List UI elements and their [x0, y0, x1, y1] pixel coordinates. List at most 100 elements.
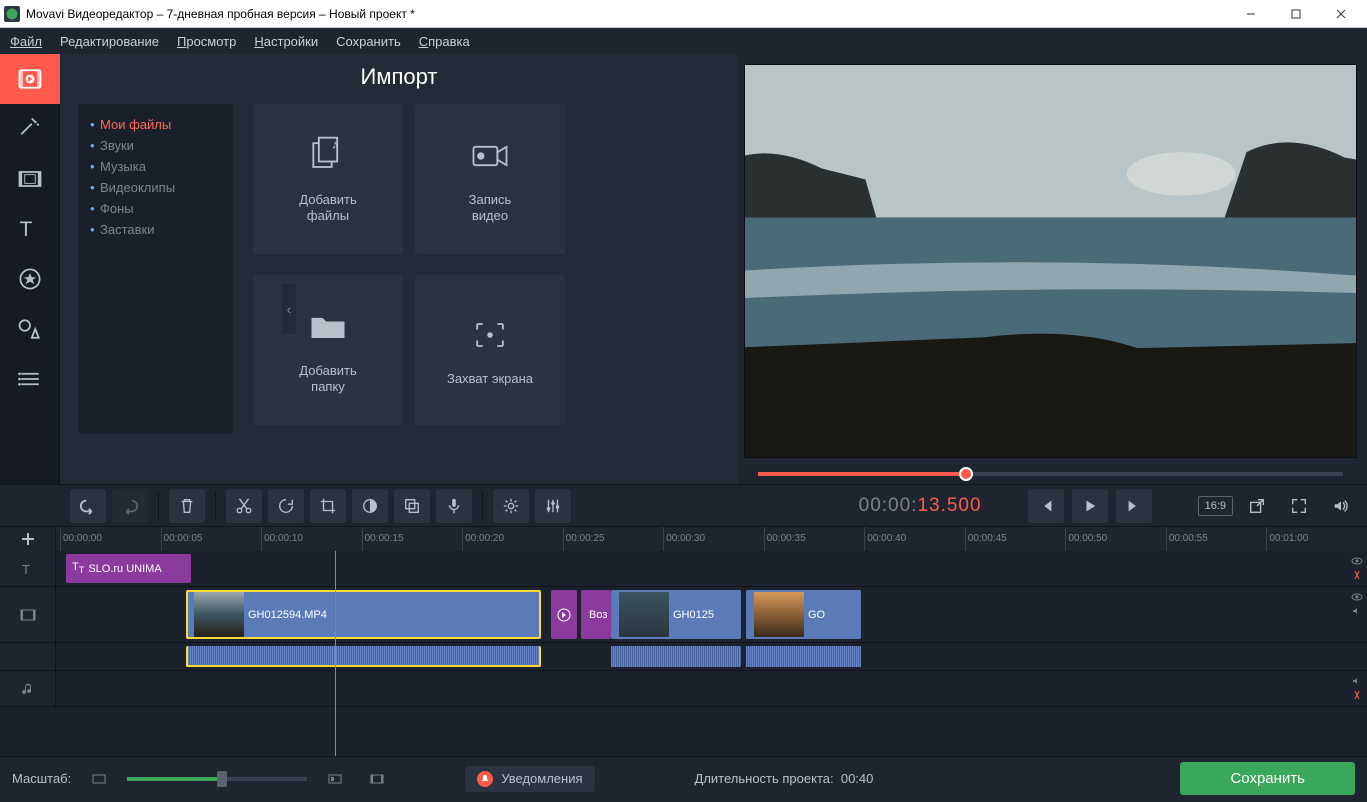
capture-icon: [468, 313, 512, 357]
notifications-button[interactable]: Уведомления: [465, 766, 594, 792]
tile-add-folder[interactable]: Добавитьпапку: [253, 275, 403, 425]
menu-settings[interactable]: Настройки: [254, 34, 318, 49]
menu-file[interactable]: Файл: [10, 34, 42, 49]
tile-record-video[interactable]: Записьвидео: [415, 104, 565, 254]
side-tabs: T: [0, 54, 60, 484]
video-clip-voz[interactable]: Воз: [581, 590, 611, 639]
tab-stickers[interactable]: [0, 254, 60, 304]
camera-icon: [468, 134, 512, 178]
zoom-out-icon[interactable]: [91, 771, 107, 787]
video-clip-3[interactable]: GO: [746, 590, 861, 639]
scrub-bar[interactable]: [744, 464, 1357, 484]
zoom-label: Масштаб:: [12, 771, 71, 786]
overlay-button[interactable]: [394, 489, 430, 523]
preview-area: [738, 54, 1367, 484]
add-track-button[interactable]: [0, 527, 56, 551]
undo-button[interactable]: [70, 489, 106, 523]
zoom-slider[interactable]: [127, 777, 307, 781]
window-title: Movavi Видеоредактор – 7-дневная пробная…: [26, 7, 1228, 21]
app-icon: [4, 6, 20, 22]
main-area: T Импорт Мои файлы Звуки Музыка Видеокли…: [0, 54, 1367, 484]
footer: Масштаб: Уведомления Длительность проект…: [0, 756, 1367, 800]
panel-title: Импорт: [60, 54, 738, 104]
video-track-head[interactable]: [0, 587, 56, 642]
tab-titles[interactable]: T: [0, 204, 60, 254]
cut-button[interactable]: [226, 489, 262, 523]
redo-button[interactable]: [112, 489, 148, 523]
popout-button[interactable]: [1239, 489, 1275, 523]
equalizer-button[interactable]: [535, 489, 571, 523]
tab-import[interactable]: [0, 54, 60, 104]
category-list: Мои файлы Звуки Музыка Видеоклипы Фоны З…: [78, 104, 233, 434]
crop-button[interactable]: [310, 489, 346, 523]
files-icon: ♪: [306, 134, 350, 178]
title-track-head[interactable]: T: [0, 551, 56, 586]
cat-intros[interactable]: Заставки: [90, 219, 221, 240]
volume-button[interactable]: [1323, 489, 1359, 523]
rotate-button[interactable]: [268, 489, 304, 523]
timeline: 00:00:00 00:00:05 00:00:10 00:00:15 00:0…: [0, 526, 1367, 756]
title-track: T TTSLO.ru UNIMA: [0, 551, 1367, 587]
duration-label: Длительность проекта: 00:40: [695, 771, 874, 786]
zoom-in-icon[interactable]: [327, 771, 343, 787]
audio-wave-2[interactable]: [611, 646, 741, 667]
tab-filters[interactable]: [0, 104, 60, 154]
close-button[interactable]: [1318, 0, 1363, 28]
fullscreen-button[interactable]: [1281, 489, 1317, 523]
prev-button[interactable]: [1028, 489, 1064, 523]
svg-text:T: T: [22, 562, 30, 577]
cat-music[interactable]: Музыка: [90, 156, 221, 177]
audio-wave-3[interactable]: [746, 646, 861, 667]
delete-button[interactable]: [169, 489, 205, 523]
tile-label: Добавитьпапку: [299, 363, 356, 395]
folder-icon: [306, 305, 350, 349]
time-ruler[interactable]: 00:00:00 00:00:05 00:00:10 00:00:15 00:0…: [0, 527, 1367, 551]
save-button[interactable]: Сохранить: [1180, 762, 1355, 795]
menu-save[interactable]: Сохранить: [336, 34, 401, 49]
transition-clip[interactable]: [551, 590, 577, 639]
mic-button[interactable]: [436, 489, 472, 523]
video-clip-1[interactable]: GH012594.MP4: [186, 590, 541, 639]
audio-wave-1[interactable]: [186, 646, 541, 667]
tile-label: Захват экрана: [447, 371, 533, 387]
music-track: [0, 671, 1367, 707]
next-button[interactable]: [1116, 489, 1152, 523]
collapse-handle[interactable]: ‹: [282, 284, 296, 334]
video-track: GH012594.MP4 Воз GH0125 GO: [0, 587, 1367, 643]
aspect-ratio[interactable]: 16:9: [1198, 496, 1233, 516]
menubar: Файл Редактирование Просмотр Настройки С…: [0, 28, 1367, 54]
tile-add-files[interactable]: ♪ Добавитьфайлы: [253, 104, 403, 254]
svg-text:♪: ♪: [332, 137, 338, 152]
color-button[interactable]: [352, 489, 388, 523]
cat-backgrounds[interactable]: Фоны: [90, 198, 221, 219]
tile-label: Записьвидео: [469, 192, 512, 224]
menu-help[interactable]: Справка: [419, 34, 470, 49]
tab-transitions[interactable]: [0, 154, 60, 204]
cat-sounds[interactable]: Звуки: [90, 135, 221, 156]
tab-shapes[interactable]: [0, 304, 60, 354]
title-clip[interactable]: TTSLO.ru UNIMA: [66, 554, 191, 583]
titlebar: Movavi Видеоредактор – 7-дневная пробная…: [0, 0, 1367, 28]
maximize-button[interactable]: [1273, 0, 1318, 28]
music-track-head[interactable]: [0, 671, 56, 706]
bell-icon: [477, 771, 493, 787]
preview-video[interactable]: [744, 64, 1357, 458]
play-button[interactable]: [1072, 489, 1108, 523]
svg-text:T: T: [20, 218, 33, 241]
video-clip-2[interactable]: GH0125: [611, 590, 741, 639]
menu-edit[interactable]: Редактирование: [60, 34, 159, 49]
tile-screen-capture[interactable]: Захват экрана: [415, 275, 565, 425]
playhead[interactable]: [335, 551, 336, 756]
cat-clips[interactable]: Видеоклипы: [90, 177, 221, 198]
import-tiles: ♪ Добавитьфайлы Записьвидео Добавитьпапк…: [233, 104, 593, 434]
minimize-button[interactable]: [1228, 0, 1273, 28]
tab-more[interactable]: [0, 354, 60, 404]
settings-button[interactable]: [493, 489, 529, 523]
tracks[interactable]: T TTSLO.ru UNIMA GH012594.MP4 Воз GH0125…: [0, 551, 1367, 756]
audio-linked-track: [0, 643, 1367, 671]
tile-label: Добавитьфайлы: [299, 192, 356, 224]
cat-myfiles[interactable]: Мои файлы: [90, 114, 221, 135]
import-panel: Импорт Мои файлы Звуки Музыка Видеоклипы…: [60, 54, 738, 484]
menu-view[interactable]: Просмотр: [177, 34, 236, 49]
fit-icon[interactable]: [369, 771, 385, 787]
